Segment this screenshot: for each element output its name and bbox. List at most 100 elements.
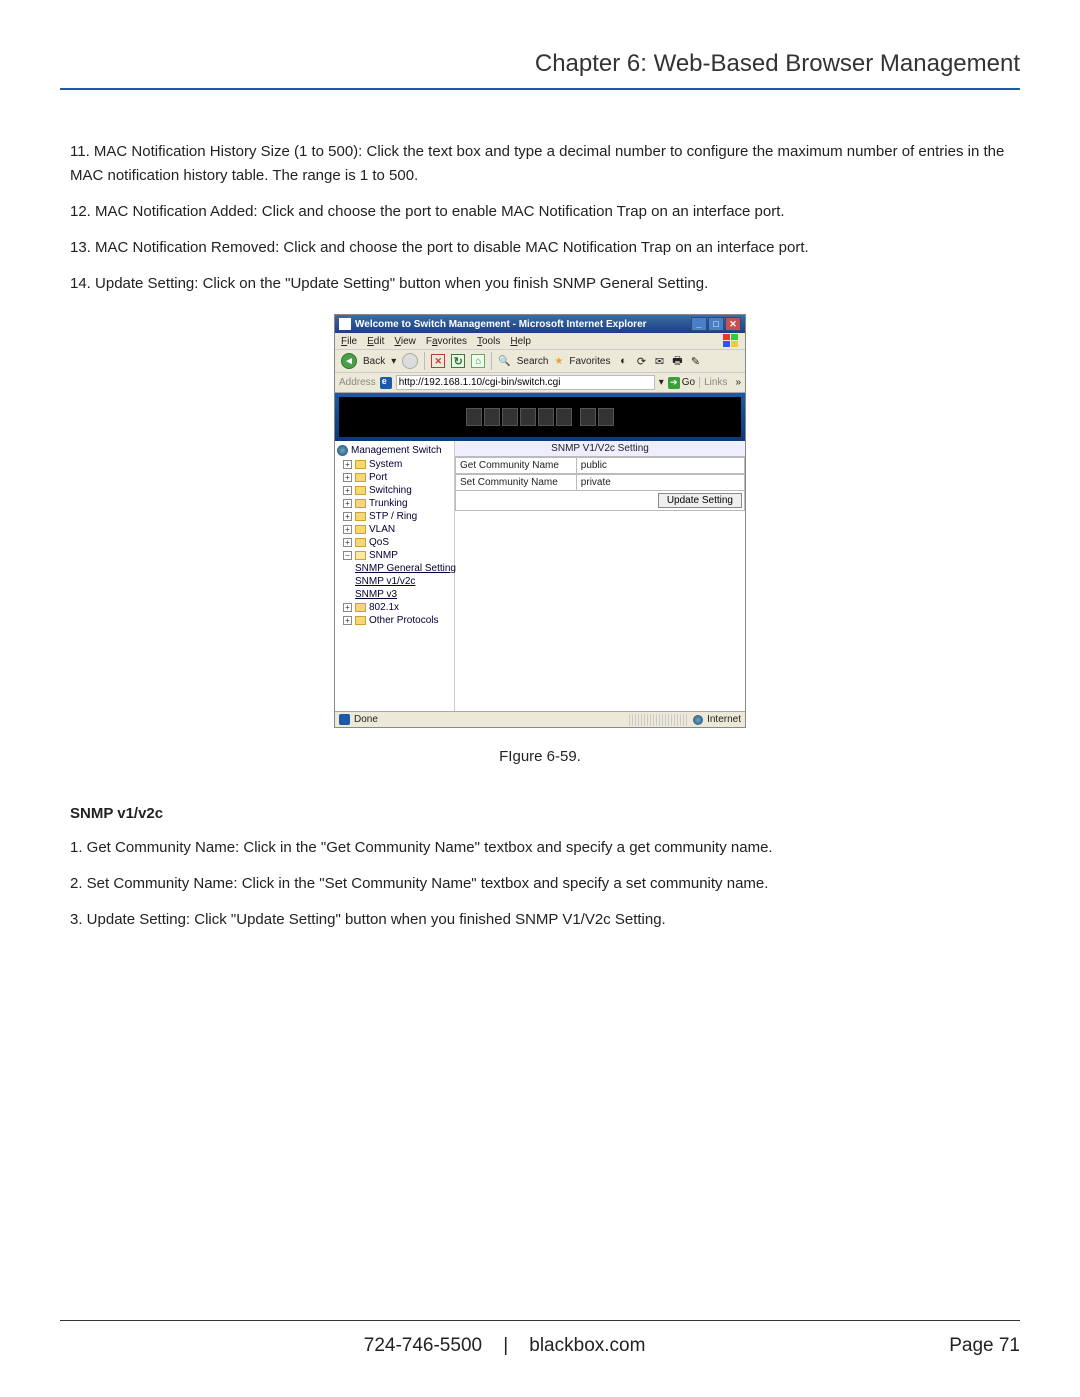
update-setting-button[interactable]: Update Setting (658, 493, 742, 508)
mail-icon[interactable]: ✉ (653, 354, 667, 368)
status-grip (629, 714, 689, 726)
stop-button[interactable]: ✕ (431, 354, 445, 368)
folder-icon (355, 512, 366, 521)
step-1: 1. Get Community Name: Click in the "Get… (60, 836, 1020, 860)
history-icon[interactable]: ⟳ (635, 354, 649, 368)
address-label: Address (339, 377, 376, 388)
tree-item-port[interactable]: +Port (337, 471, 452, 484)
get-community-input[interactable]: public (577, 457, 745, 474)
tree-root[interactable]: Management Switch (337, 445, 452, 456)
content-panel: SNMP V1/V2c Setting Get Community Name p… (455, 441, 745, 711)
ie-status-icon (339, 714, 350, 725)
tree-sub-snmp-v3[interactable]: SNMP v3 (337, 588, 452, 601)
page-footer: 724-746-5500 | blackbox.com Page 71 (60, 1320, 1020, 1357)
back-dropdown-icon[interactable]: ▾ (391, 356, 396, 367)
get-community-label: Get Community Name (455, 457, 577, 474)
tree-item-8021x[interactable]: +802.1x (337, 601, 452, 614)
menu-edit[interactable]: Edit (367, 336, 384, 347)
windows-logo-icon (723, 334, 739, 348)
folder-open-icon (355, 551, 366, 560)
edit-icon[interactable]: ✎ (689, 354, 703, 368)
home-button[interactable]: ⌂ (471, 354, 485, 368)
internet-zone-icon (693, 715, 703, 725)
tree-item-system[interactable]: +System (337, 458, 452, 471)
tree-item-stp-ring[interactable]: +STP / Ring (337, 510, 452, 523)
tree-item-switching[interactable]: +Switching (337, 484, 452, 497)
switch-port-graphic (466, 408, 614, 426)
para-14: 14. Update Setting: Click on the "Update… (60, 272, 1020, 296)
favorites-icon[interactable]: ★ (554, 356, 563, 367)
window-titlebar[interactable]: Welcome to Switch Management - Microsoft… (335, 315, 745, 333)
ie-app-icon (339, 318, 351, 330)
folder-icon (355, 499, 366, 508)
media-icon[interactable]: ◐ (617, 354, 631, 368)
forward-button[interactable] (402, 353, 418, 369)
maximize-button[interactable]: □ (708, 317, 724, 331)
status-bar: Done Internet (335, 711, 745, 727)
close-button[interactable]: ✕ (725, 317, 741, 331)
folder-icon (355, 616, 366, 625)
folder-icon (355, 525, 366, 534)
folder-icon (355, 460, 366, 469)
folder-icon (355, 486, 366, 495)
chapter-title: Chapter 6: Web-Based Browser Management (60, 50, 1020, 90)
links-label[interactable]: Links (699, 377, 731, 388)
tree-item-vlan[interactable]: +VLAN (337, 523, 452, 536)
expand-icon[interactable]: + (343, 538, 352, 547)
go-arrow-icon: ➔ (668, 377, 680, 389)
folder-icon (355, 603, 366, 612)
ie-page-icon (380, 377, 392, 389)
tree-sub-snmp-general[interactable]: SNMP General Setting (337, 562, 452, 575)
address-input[interactable] (396, 375, 655, 390)
tree-item-snmp[interactable]: −SNMP (337, 549, 452, 562)
tree-item-other-protocols[interactable]: +Other Protocols (337, 614, 452, 627)
set-community-label: Set Community Name (455, 474, 577, 491)
step-2: 2. Set Community Name: Click in the "Set… (60, 872, 1020, 896)
globe-icon (337, 445, 348, 456)
folder-icon (355, 538, 366, 547)
para-12: 12. MAC Notification Added: Click and ch… (60, 200, 1020, 224)
expand-icon[interactable]: + (343, 512, 352, 521)
panel-title: SNMP V1/V2c Setting (455, 441, 745, 457)
minimize-button[interactable]: _ (691, 317, 707, 331)
set-community-input[interactable]: private (577, 474, 745, 491)
favorites-label[interactable]: Favorites (569, 356, 610, 367)
expand-icon[interactable]: + (343, 525, 352, 534)
step-3: 3. Update Setting: Click "Update Setting… (60, 908, 1020, 932)
para-13: 13. MAC Notification Removed: Click and … (60, 236, 1020, 260)
expand-icon[interactable]: + (343, 616, 352, 625)
menu-bar: File Edit View Favorites Tools Help (335, 333, 745, 349)
go-button[interactable]: ➔ Go (668, 377, 695, 389)
page-number: Page 71 (949, 1335, 1020, 1357)
links-chevron-icon[interactable]: » (735, 377, 741, 388)
tree-item-qos[interactable]: +QoS (337, 536, 452, 549)
switch-banner (335, 393, 745, 441)
status-done: Done (354, 714, 378, 725)
figure-caption: FIgure 6-59. (60, 748, 1020, 765)
expand-icon[interactable]: + (343, 486, 352, 495)
expand-icon[interactable]: + (343, 603, 352, 612)
window-title: Welcome to Switch Management - Microsoft… (355, 319, 691, 330)
menu-favorites[interactable]: Favorites (426, 336, 467, 347)
folder-icon (355, 473, 366, 482)
menu-tools[interactable]: Tools (477, 336, 500, 347)
toolbar: ◄ Back ▾ ✕ ↻ ⌂ 🔍 Search ★ Favorites ◐ ⟳ … (335, 349, 745, 373)
tree-item-trunking[interactable]: +Trunking (337, 497, 452, 510)
expand-icon[interactable]: + (343, 499, 352, 508)
menu-view[interactable]: View (394, 336, 416, 347)
go-label: Go (682, 377, 695, 388)
toolbar-separator (424, 352, 425, 370)
collapse-icon[interactable]: − (343, 551, 352, 560)
expand-icon[interactable]: + (343, 473, 352, 482)
back-label[interactable]: Back (363, 356, 385, 367)
menu-help[interactable]: Help (510, 336, 531, 347)
tree-sub-snmp-v1v2c[interactable]: SNMP v1/v2c (337, 575, 452, 588)
search-icon[interactable]: 🔍 (498, 356, 510, 367)
print-icon[interactable]: 🖶 (671, 354, 685, 368)
search-label[interactable]: Search (517, 356, 549, 367)
back-button[interactable]: ◄ (341, 353, 357, 369)
expand-icon[interactable]: + (343, 460, 352, 469)
menu-file[interactable]: File (341, 336, 357, 347)
refresh-button[interactable]: ↻ (451, 354, 465, 368)
address-dropdown-icon[interactable]: ▾ (659, 377, 664, 388)
